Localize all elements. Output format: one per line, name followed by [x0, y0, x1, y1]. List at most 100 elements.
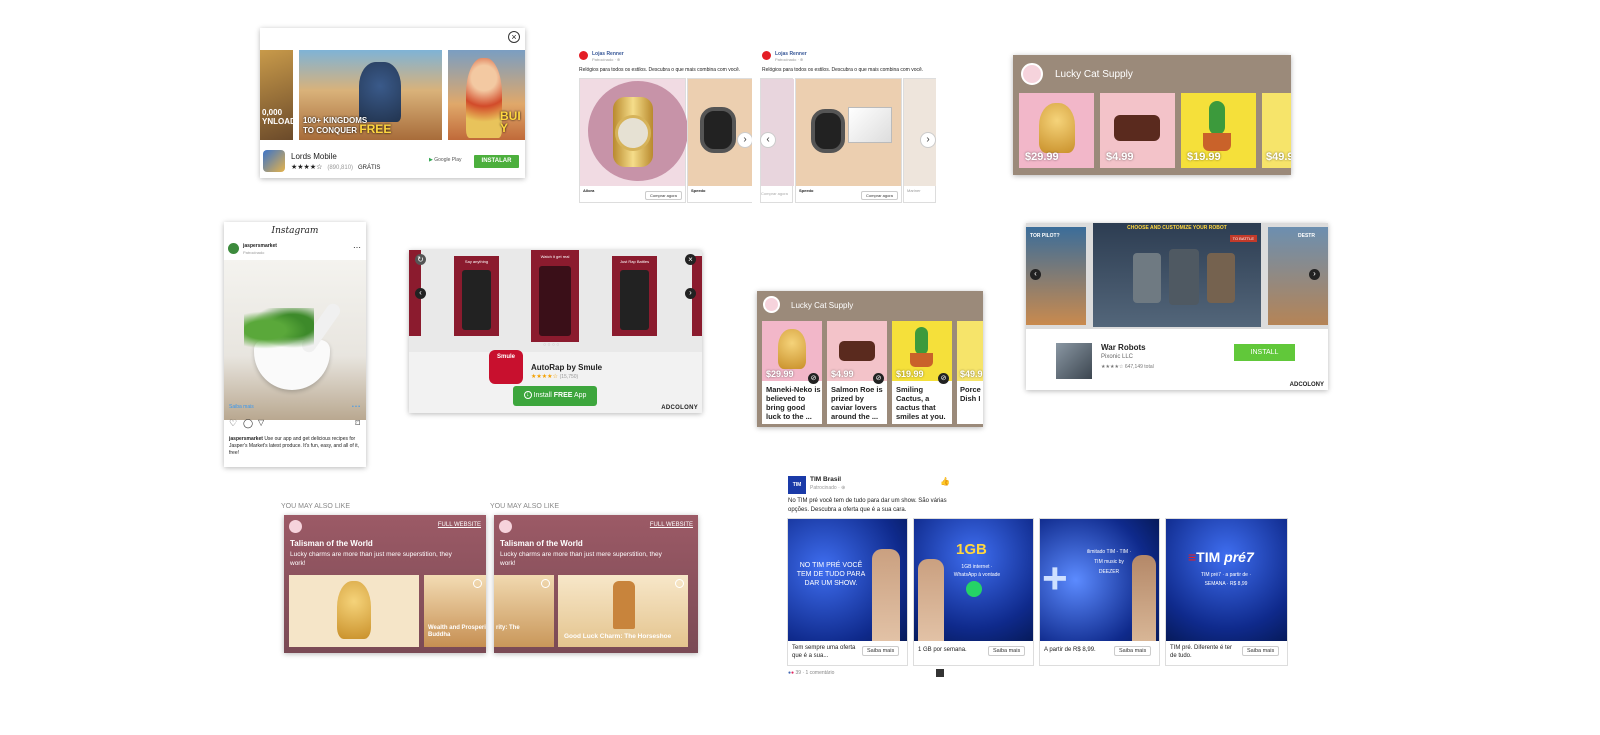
- product-cactus[interactable]: $19.99: [1181, 93, 1256, 168]
- chevron-right-icon[interactable]: ›: [1309, 269, 1320, 280]
- talisman-body-b: Lucky charms are more than just mere sup…: [500, 551, 662, 567]
- war-screen-main[interactable]: CHOOSE AND CUSTOMIZE YOUR ROBOT TO BATTL…: [1093, 223, 1261, 327]
- lords-install-button[interactable]: INSTALAR: [474, 155, 519, 168]
- allora-buy-button[interactable]: Comprar agora: [645, 191, 682, 200]
- talisman-title-b: Talisman of the World: [500, 539, 583, 548]
- chevron-left-icon[interactable]: ‹: [760, 132, 776, 148]
- product-card-maneki[interactable]: $29.99 ⊘ Maneki-Neko is believed to brin…: [762, 321, 822, 424]
- chevron-right-icon[interactable]: ›: [685, 288, 696, 299]
- tim-card-4-cta[interactable]: Saiba mais: [1242, 646, 1280, 656]
- tim-card-4[interactable]: ≡TIM pré7 TIM pré7 · a partir de · SEMAN…: [1165, 518, 1288, 666]
- lords-app-icon: [263, 150, 285, 172]
- screen-3[interactable]: Just Rap Battles: [612, 256, 657, 336]
- whatsapp-icon: [966, 581, 982, 597]
- learn-more-link[interactable]: Saiba mais: [229, 404, 254, 410]
- lords-reviews: (890,810): [327, 165, 354, 171]
- talisman-card-maneki[interactable]: [289, 575, 419, 647]
- cactus-mid: [915, 327, 928, 355]
- price-cactus-mid: $19.99: [896, 369, 924, 379]
- buddha-caption: Wealth and Prosperity: The Laughing Budd…: [428, 625, 486, 638]
- instagram-handle[interactable]: jaspersmarket: [243, 243, 277, 249]
- talisman-card-horseshoe[interactable]: Good Luck Charm: The Horseshoe: [558, 575, 688, 647]
- block-icon[interactable]: ⊘: [808, 373, 819, 384]
- comment-icon[interactable]: ◯: [243, 418, 253, 429]
- tim-card-1-image: NO TIM PRÉ VOCÊ TEM DE TUDO PARA DAR UM …: [788, 519, 907, 641]
- autorap-ad: Say anything Watch it get real Just Rap …: [409, 250, 702, 413]
- block-icon[interactable]: [473, 579, 482, 588]
- talisman-ad-b: FULL WEBSITE Talisman of the World Lucky…: [494, 515, 698, 653]
- install-post: App: [572, 392, 587, 399]
- screen-1[interactable]: Say anything: [454, 256, 499, 336]
- tim-card-2[interactable]: 1GB 1GB internet · WhatsApp à vontade 1 …: [913, 518, 1034, 666]
- close-icon[interactable]: ×: [508, 31, 520, 43]
- speedo-buy-button[interactable]: Comprar agora: [861, 191, 898, 200]
- tim-card-3-desc: A partir de R$ 8,99.: [1044, 647, 1096, 653]
- robot-1: [1133, 253, 1161, 303]
- maneki-cat-mid: [778, 329, 806, 369]
- product-maneki[interactable]: $29.99: [1019, 93, 1094, 168]
- tim-card-2-cta[interactable]: Saiba mais: [988, 646, 1026, 656]
- robot-3: [1207, 253, 1235, 303]
- bookmark-icon[interactable]: ⌑: [355, 418, 360, 429]
- war-robots-install-button[interactable]: INSTALL: [1234, 344, 1295, 361]
- tim-card-3[interactable]: + ilimitado TIM - TIM · TIM music by DEE…: [1039, 518, 1160, 666]
- autorap-app-name: AutoRap by Smule: [531, 363, 603, 372]
- close-icon[interactable]: ×: [685, 254, 696, 265]
- war-right-label: DESTR: [1298, 233, 1315, 239]
- chevron-right-icon[interactable]: ›: [737, 132, 752, 148]
- renner-card-speedo-b[interactable]: Speedo Comprar agora: [795, 78, 902, 203]
- lords-stars: ★★★★☆: [291, 164, 323, 171]
- product-porcelain[interactable]: $49.9: [1262, 93, 1291, 168]
- tim-card-1-cta[interactable]: Saiba mais: [862, 646, 900, 656]
- avatar: [228, 243, 239, 254]
- screen-1-label: Say anything: [464, 259, 489, 264]
- download-icon: ↓: [523, 391, 532, 400]
- heart-icon[interactable]: ♡: [229, 418, 237, 429]
- page-selector-icon[interactable]: [936, 669, 944, 677]
- block-icon[interactable]: [675, 579, 684, 588]
- renner-ad-b: Lojas Renner Patrocinado · ⊕ Relógios pa…: [760, 48, 936, 204]
- autorap-install-button[interactable]: ↓ Install FREE App: [513, 386, 597, 406]
- talisman-body: Lucky charms are more than just mere sup…: [290, 551, 452, 567]
- replay-icon[interactable]: ↻: [415, 254, 426, 265]
- price-cactus: $19.99: [1187, 151, 1221, 163]
- install-pre: Install: [533, 392, 554, 399]
- product-salmon-roe[interactable]: $4.99: [1100, 93, 1175, 168]
- full-website-link-b[interactable]: FULL WEBSITE: [650, 522, 693, 528]
- talisman-card-buddha[interactable]: Wealth and Prosperity: The Laughing Budd…: [424, 575, 486, 647]
- lords-app-name: Lords Mobile: [291, 152, 337, 161]
- instagram-image: [224, 260, 366, 420]
- screen-2[interactable]: Watch it get real: [531, 250, 579, 342]
- partial-buy-button[interactable]: Comprar agora: [761, 191, 788, 196]
- block-icon[interactable]: ⊘: [873, 373, 884, 384]
- tim-brand[interactable]: TIM Brasil: [810, 476, 841, 483]
- tim-card-1[interactable]: NO TIM PRÉ VOCÊ TEM DE TUDO PARA DAR UM …: [787, 518, 908, 666]
- product-card-salmon[interactable]: $4.99 ⊘ Salmon Roe is prized by caviar l…: [827, 321, 887, 424]
- chevron-left-icon[interactable]: ‹: [415, 288, 426, 299]
- full-website-link[interactable]: FULL WEBSITE: [438, 522, 481, 528]
- lords-left-text: 0,000: [262, 108, 283, 117]
- like-icon[interactable]: 👍: [940, 477, 950, 486]
- caption-user[interactable]: jaspersmarket: [229, 436, 263, 442]
- product-card-porcelain[interactable]: $49.9 Porce Dish I: [957, 321, 983, 424]
- chevron-right-icon-b[interactable]: ›: [920, 132, 936, 148]
- tim-card-3-cta[interactable]: Saiba mais: [1114, 646, 1152, 656]
- lords-banner-free: FREE: [359, 122, 392, 136]
- block-icon[interactable]: ⊘: [938, 373, 949, 384]
- renner-card-allora[interactable]: Allora Comprar agora: [579, 78, 688, 203]
- tim-reactions[interactable]: 39 · 1 comentário: [795, 670, 834, 676]
- more-icon[interactable]: ⋯: [353, 243, 361, 252]
- chevron-left-icon[interactable]: ‹: [1030, 269, 1041, 280]
- war-robots-name: War Robots: [1101, 343, 1146, 352]
- lucky-cat-title: Lucky Cat Supply: [1055, 69, 1133, 80]
- block-icon[interactable]: [541, 579, 550, 588]
- product-card-cactus[interactable]: $19.99 ⊘ Smiling Cactus, a cactus that s…: [892, 321, 952, 424]
- desc-salmon: Salmon Roe is prized by caviar lovers ar…: [831, 385, 883, 421]
- talisman-card-gourd[interactable]: rity: The: [494, 575, 554, 647]
- renner-ad-a: Lojas Renner Patrocinado · ⊕ Relógios pa…: [577, 48, 752, 204]
- share-icon[interactable]: ▽: [258, 418, 264, 427]
- war-robots-reviews: 647,149 total: [1124, 364, 1154, 370]
- page-dots: ○ ○ ○ ○: [543, 342, 560, 348]
- instagram-ad: Instagram jaspersmarket Patrocinado ⋯ Sa…: [224, 222, 366, 467]
- renner-copy: Relógios para todos os estilos. Descubra…: [579, 67, 741, 73]
